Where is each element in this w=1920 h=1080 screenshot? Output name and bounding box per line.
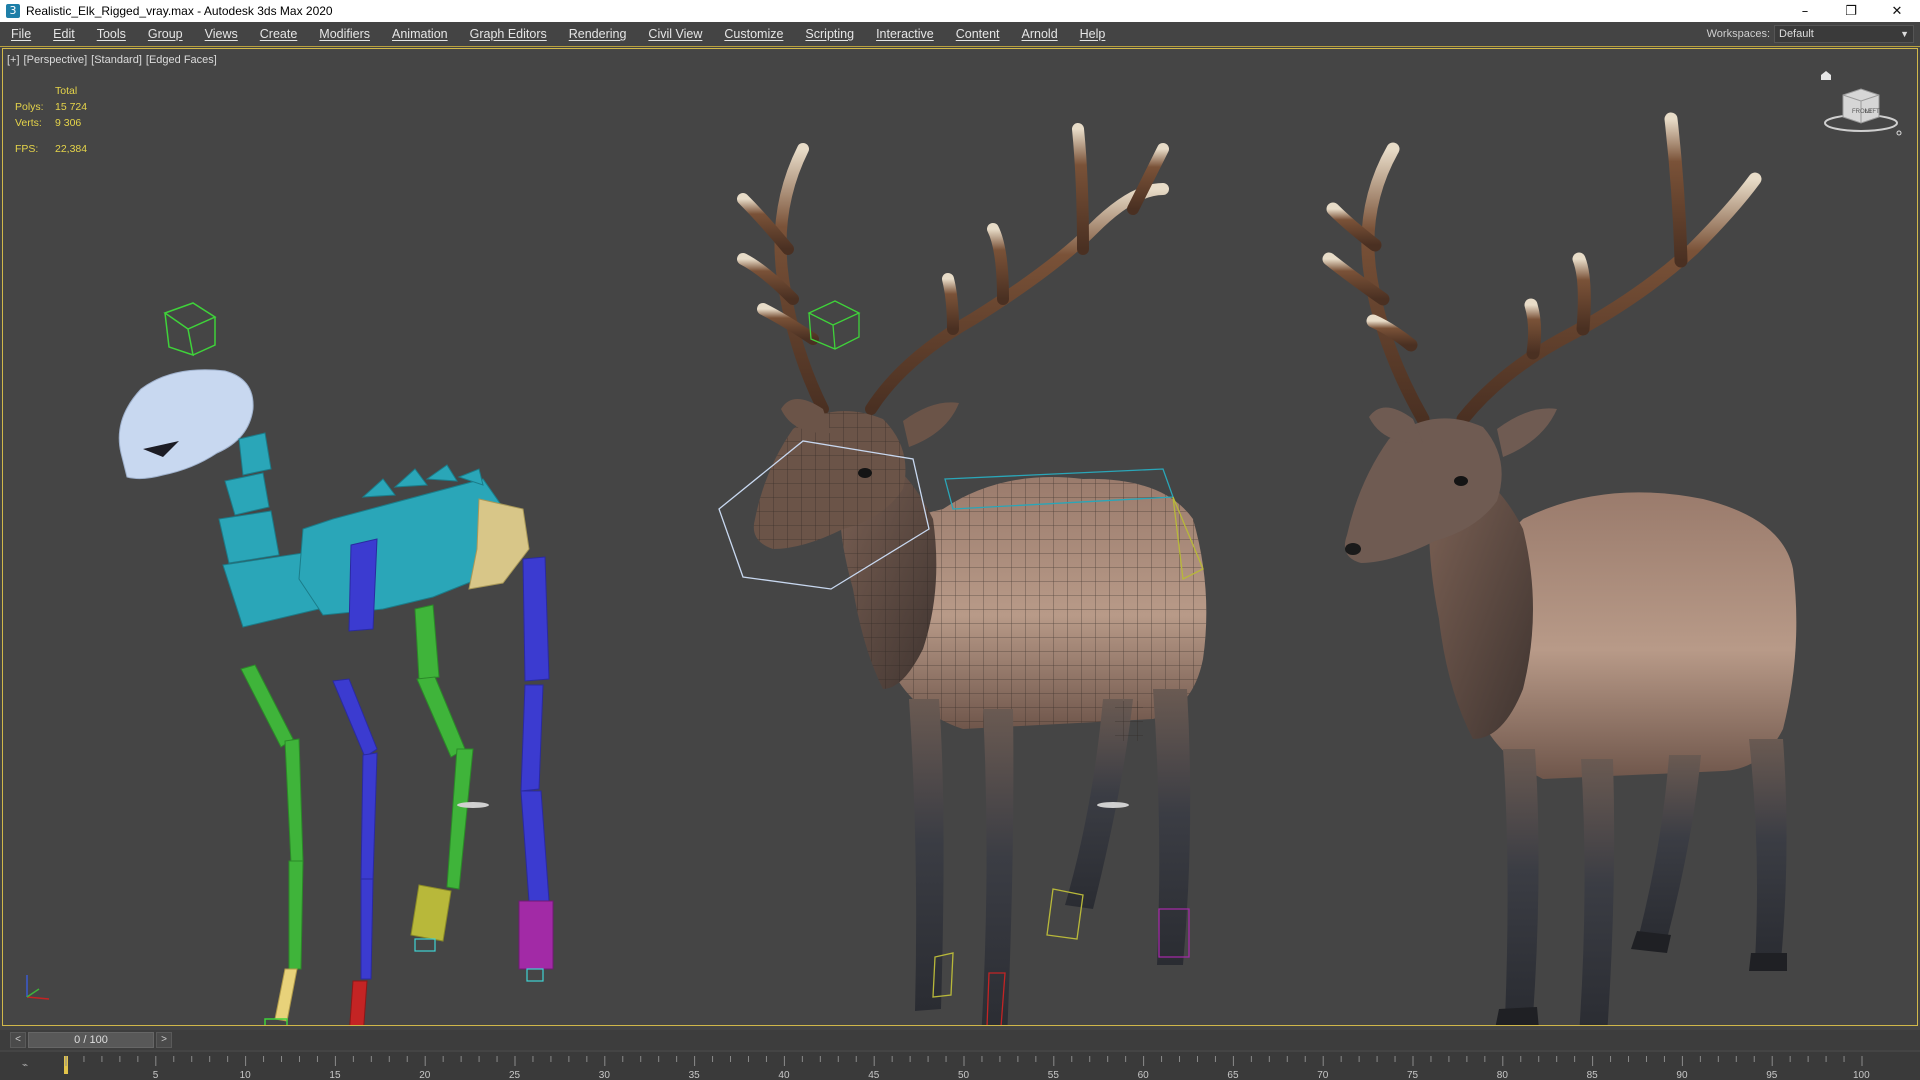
viewcube-menu-icon bbox=[1896, 130, 1902, 136]
rig-pelvis bbox=[468, 498, 530, 590]
timeline-ruler[interactable]: 5 10 15 20 25 30 35 40 45 50 55 60 65 70 75 80 85 90 95 100 bbox=[0, 1052, 1920, 1080]
timeline-tick-label: 90 bbox=[1676, 1070, 1688, 1080]
rendered-elk-model[interactable] bbox=[1322, 112, 1797, 1025]
menu-rendering[interactable]: Rendering bbox=[558, 22, 638, 46]
timeline-tick-label: 45 bbox=[868, 1070, 880, 1080]
menu-modifiers[interactable]: Modifiers bbox=[308, 22, 381, 46]
viewport-display-label[interactable]: [Edged Faces] bbox=[146, 54, 217, 66]
menu-tools[interactable]: Tools bbox=[86, 22, 137, 46]
menu-edit[interactable]: Edit bbox=[42, 22, 86, 46]
rig-hind-leg-right bbox=[520, 556, 550, 902]
stats-fps-label: FPS: bbox=[15, 143, 39, 155]
rig-front-hoof-right bbox=[349, 980, 368, 1025]
menu-scripting[interactable]: Scripting bbox=[794, 22, 865, 46]
rendered-elk-legs bbox=[1503, 739, 1787, 1025]
close-button[interactable]: ✕ bbox=[1874, 0, 1920, 22]
viewcube-left-face: LEFT bbox=[1865, 109, 1880, 115]
rig-skeleton[interactable] bbox=[118, 302, 554, 1025]
menu-graph-editors[interactable]: Graph Editors bbox=[459, 22, 558, 46]
timeline-tick-label: 50 bbox=[958, 1070, 970, 1080]
menu-animation[interactable]: Animation bbox=[381, 22, 459, 46]
viewport-shading-label[interactable]: [Standard] bbox=[91, 54, 142, 66]
viewport-general-menu[interactable]: [+] bbox=[7, 54, 20, 66]
rig-front-leg-left bbox=[240, 664, 304, 970]
timeline-tick-label: 5 bbox=[153, 1070, 159, 1080]
timeline-tick-label: 15 bbox=[329, 1070, 341, 1080]
workspace-dropdown[interactable]: Default ▼ bbox=[1774, 25, 1914, 43]
time-slider-next-button[interactable]: > bbox=[156, 1032, 172, 1048]
timeline-tick-label: 25 bbox=[509, 1070, 521, 1080]
menu-customize[interactable]: Customize bbox=[713, 22, 794, 46]
head-control-box[interactable] bbox=[163, 302, 217, 357]
perspective-viewport[interactable]: [+] [Perspective] [Standard] [Edged Face… bbox=[2, 48, 1918, 1026]
rig-hind-hoof-right bbox=[518, 900, 554, 970]
timeline-tick-label: 20 bbox=[419, 1070, 431, 1080]
stats-polys-value: 15 724 bbox=[55, 101, 88, 113]
track-bar[interactable]: ⌁ 5 10 15 20 25 30 35 40 45 50 55 60 65 70 75 80 85 90 95 1… bbox=[0, 1052, 1920, 1080]
axis-tripod-icon bbox=[26, 975, 50, 1000]
timeline-tick-label: 30 bbox=[599, 1070, 611, 1080]
time-slider-thumb[interactable]: 0 / 100 bbox=[28, 1032, 154, 1048]
timeline-tick-label: 70 bbox=[1317, 1070, 1329, 1080]
workspace-label: Workspaces: bbox=[1706, 28, 1770, 40]
menu-file[interactable]: File bbox=[0, 22, 42, 46]
timeline-tick-label: 40 bbox=[778, 1070, 790, 1080]
timeline-tick-label: 10 bbox=[240, 1070, 252, 1080]
timeline-tick-label: 55 bbox=[1048, 1070, 1060, 1080]
timeline-tick-label: 60 bbox=[1138, 1070, 1150, 1080]
workspace-value: Default bbox=[1779, 28, 1814, 40]
minimize-button[interactable]: – bbox=[1782, 0, 1828, 22]
menu-content[interactable]: Content bbox=[945, 22, 1011, 46]
scene-canvas[interactable] bbox=[3, 49, 1917, 1025]
wireframe-elk-antlers bbox=[737, 123, 1169, 415]
stats-header: Total bbox=[55, 85, 78, 97]
menu-help[interactable]: Help bbox=[1069, 22, 1117, 46]
time-slider-prev-button[interactable]: < bbox=[10, 1032, 26, 1048]
time-slider[interactable]: < 0 / 100 > bbox=[0, 1030, 1920, 1050]
timeline-tick-label: 95 bbox=[1766, 1070, 1778, 1080]
title-bar: 3 Realistic_Elk_Rigged_vray.max - Autode… bbox=[0, 0, 1920, 22]
home-icon[interactable] bbox=[1821, 71, 1831, 80]
timeline-tick-label: 80 bbox=[1497, 1070, 1509, 1080]
rig-hind-hoof-left bbox=[410, 884, 452, 942]
rig-front-hoof-left bbox=[274, 968, 298, 1022]
viewcube[interactable]: FRONT LEFT bbox=[1813, 71, 1903, 141]
timeline-tick-label: 65 bbox=[1227, 1070, 1239, 1080]
viewport-statistics: Total Polys: 15 724 Verts: 9 306 FPS: 22,38… bbox=[15, 83, 87, 157]
chevron-down-icon: ▼ bbox=[1900, 29, 1909, 39]
menu-arnold[interactable]: Arnold bbox=[1011, 22, 1069, 46]
wireframe-elk-legs bbox=[909, 689, 1191, 1025]
timeline-tick-label: 100 bbox=[1853, 1070, 1870, 1080]
menu-group[interactable]: Group bbox=[137, 22, 194, 46]
menu-views[interactable]: Views bbox=[194, 22, 249, 46]
stats-verts-value: 9 306 bbox=[55, 117, 82, 129]
rig-hind-leg-left bbox=[414, 604, 474, 890]
viewport-label-menu[interactable]: [+] [Perspective] [Standard] [Edged Face… bbox=[7, 54, 217, 66]
rig-skull bbox=[118, 369, 254, 480]
stats-verts-label: Verts: bbox=[15, 117, 42, 129]
3dsmax-app-icon[interactable]: 3 bbox=[6, 4, 20, 18]
menu-civil-view[interactable]: Civil View bbox=[637, 22, 713, 46]
stats-fps-value: 22,384 bbox=[55, 143, 88, 155]
menu-interactive[interactable]: Interactive bbox=[865, 22, 945, 46]
menu-bar: File Edit Tools Group Views Create Modif… bbox=[0, 22, 1920, 47]
stats-polys-label: Polys: bbox=[15, 101, 44, 113]
timeline-tick-label: 35 bbox=[689, 1070, 701, 1080]
window-title: Realistic_Elk_Rigged_vray.max - Autodesk… bbox=[26, 4, 333, 18]
menu-create[interactable]: Create bbox=[249, 22, 309, 46]
wireframe-elk-model[interactable] bbox=[718, 123, 1207, 1025]
restore-button[interactable]: ❐ bbox=[1828, 0, 1874, 22]
timeline-tick-label: 85 bbox=[1587, 1070, 1599, 1080]
workspace-selector: Workspaces: Default ▼ bbox=[1707, 25, 1914, 43]
rendered-elk-antlers bbox=[1322, 112, 1762, 426]
timeline-tick-label: 75 bbox=[1407, 1070, 1419, 1080]
viewport-pov-label[interactable]: [Perspective] bbox=[24, 54, 88, 66]
